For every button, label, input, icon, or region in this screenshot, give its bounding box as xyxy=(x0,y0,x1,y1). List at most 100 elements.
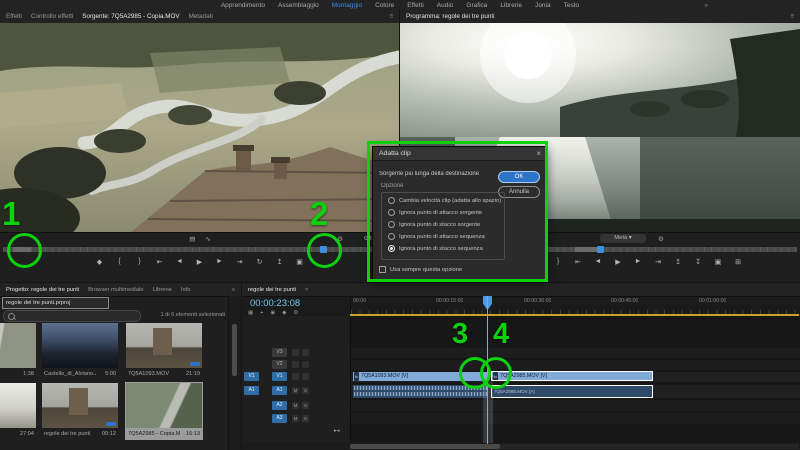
workspace-tab-testo[interactable]: Testo xyxy=(564,2,580,9)
track-button-v3[interactable]: V3 xyxy=(272,348,287,357)
clip-thumbnail[interactable] xyxy=(126,323,202,368)
panel-menu-icon[interactable]: ≡ xyxy=(389,13,393,20)
solo-toggle[interactable]: S xyxy=(302,402,309,409)
step-back-icon[interactable]: ◄ xyxy=(174,258,186,266)
panel-menu-icon[interactable]: ≡ xyxy=(790,13,794,20)
workspace-tab-librerie[interactable]: Librerie xyxy=(500,2,522,9)
workspace-tab-assemblaggio[interactable]: Assemblaggio xyxy=(278,2,319,9)
project-item[interactable]: 1:38 xyxy=(0,323,36,379)
project-item[interactable]: 27:04 xyxy=(0,383,36,439)
playback-resolution-dropdown[interactable]: Metà ▾ xyxy=(600,234,646,243)
project-scrollbar-thumb[interactable] xyxy=(232,324,237,376)
export-frame-icon[interactable]: ▣ xyxy=(712,258,724,266)
workspace-tab-montaggio[interactable]: Montaggio xyxy=(332,2,362,9)
track-lane-a3[interactable] xyxy=(351,413,800,424)
track-toggle[interactable] xyxy=(292,373,299,380)
solo-toggle[interactable]: S xyxy=(302,387,309,394)
extract-icon[interactable]: ↧ xyxy=(692,258,704,266)
mark-out-icon[interactable]: } xyxy=(134,258,146,266)
workspace-tab-jonia[interactable]: Jonia xyxy=(535,2,551,9)
timeline-clip-v1-b-selected[interactable]: fx7Q5A2985.MOV [V] xyxy=(491,371,653,381)
tab-metadati[interactable]: Metadati xyxy=(189,13,213,20)
source-patch-video[interactable]: V1 xyxy=(244,372,259,381)
track-lane-a2[interactable] xyxy=(351,400,800,411)
panel-menu-icon[interactable]: ≡ xyxy=(232,287,235,293)
play-icon[interactable]: ▶ xyxy=(612,258,624,266)
project-scrollbar-track[interactable] xyxy=(228,296,241,450)
track-toggle[interactable] xyxy=(292,349,299,356)
mute-toggle[interactable]: M xyxy=(292,402,299,409)
track-button-a2[interactable]: A2 xyxy=(272,401,287,410)
clip-thumbnail[interactable] xyxy=(126,383,202,428)
tab-programma[interactable]: Programma: regole dei tre punti xyxy=(406,13,495,20)
track-toggle[interactable] xyxy=(302,361,309,368)
clip-thumbnail[interactable] xyxy=(0,323,36,368)
step-forward-icon[interactable]: ► xyxy=(632,258,644,266)
track-lanes[interactable]: fx7Q5A1093.MOV [V] fx7Q5A2985.MOV [V] 7Q… xyxy=(350,316,800,443)
workspace-tab-apprendimento[interactable]: Apprendimento xyxy=(221,2,265,9)
tab-sorgente[interactable]: Sorgente: 7Q5A2985 - Copia.MOV xyxy=(82,13,179,20)
insert-icon[interactable]: ↥ xyxy=(274,258,286,266)
timeline-scrollbar-thumb[interactable] xyxy=(350,444,500,449)
workspace-overflow-icon[interactable]: » xyxy=(704,2,708,9)
tab-sequence[interactable]: regole dei tre punti xyxy=(248,287,296,293)
tab-browser-multimediale[interactable]: Browser multimediale xyxy=(88,287,143,293)
track-button-a1[interactable]: A1 xyxy=(272,386,287,395)
search-input[interactable] xyxy=(3,310,141,322)
go-to-in-icon[interactable]: ⇤ xyxy=(572,258,584,266)
mute-toggle[interactable]: M xyxy=(292,415,299,422)
clip-thumbnail[interactable] xyxy=(0,383,36,428)
add-marker-icon[interactable]: ◆ xyxy=(94,258,106,266)
clip-thumbnail[interactable] xyxy=(42,323,118,368)
go-to-in-icon[interactable]: ⇤ xyxy=(154,258,166,266)
loop-icon[interactable]: ↻ xyxy=(254,258,266,266)
workspace-tab-effetti[interactable]: Effetti xyxy=(407,2,424,9)
program-settings-icon[interactable]: ⚙ xyxy=(658,235,664,243)
play-icon[interactable]: ▶ xyxy=(194,258,206,266)
tab-progetto[interactable]: Progetto: regole dei tre punti xyxy=(6,287,79,293)
tab-effetti[interactable]: Effetti xyxy=(6,13,22,20)
mark-in-icon[interactable]: { xyxy=(114,258,126,266)
workspace-tab-colore[interactable]: Colore xyxy=(375,2,394,9)
track-lane-v2[interactable] xyxy=(351,360,800,370)
button-editor-icon[interactable]: ⊞ xyxy=(732,258,744,266)
mute-toggle[interactable]: M xyxy=(292,387,299,394)
track-lane-v3[interactable] xyxy=(351,348,800,358)
lift-icon[interactable]: ↥ xyxy=(672,258,684,266)
step-back-icon[interactable]: ◄ xyxy=(592,258,604,266)
project-item[interactable]: regole dei tre punti00:12 xyxy=(42,383,118,439)
go-to-out-icon[interactable]: ⇥ xyxy=(652,258,664,266)
close-icon[interactable]: × xyxy=(305,287,308,293)
tab-controllo-effetti[interactable]: Controllo effetti xyxy=(31,13,73,20)
tab-info[interactable]: Info xyxy=(181,287,191,293)
solo-toggle[interactable]: S xyxy=(302,415,309,422)
track-toggle[interactable] xyxy=(302,349,309,356)
mark-out-icon[interactable]: } xyxy=(552,258,564,266)
drag-audio-only-icon[interactable]: ∿ xyxy=(205,235,210,243)
go-to-out-icon[interactable]: ⇥ xyxy=(234,258,246,266)
track-button-v2[interactable]: V2 xyxy=(272,360,287,369)
track-button-a3[interactable]: A3 xyxy=(272,414,287,423)
sequence-thumbnail[interactable] xyxy=(42,383,118,428)
track-toggle[interactable] xyxy=(302,373,309,380)
drag-video-only-icon[interactable]: ▤ xyxy=(189,235,195,243)
snap-edges-icon[interactable]: ▸◂ xyxy=(334,428,340,434)
timeline-scrollbar-track[interactable] xyxy=(350,444,799,449)
project-item[interactable]: Castello_di_Alviano.JPG5:00 xyxy=(42,323,118,379)
tab-librerie[interactable]: Librerie xyxy=(153,287,172,293)
ruler-label: 00:00 xyxy=(353,298,366,304)
program-playhead[interactable] xyxy=(597,246,604,253)
timeline-ruler[interactable]: 00:00 00:00:15:00 00:00:30:00 00:00:45:0… xyxy=(350,296,800,314)
project-item[interactable]: 7Q5A1093.MOV21:19 xyxy=(126,323,202,379)
track-button-v1[interactable]: V1 xyxy=(272,372,287,381)
workspace-tab-grafica[interactable]: Grafica xyxy=(466,2,487,9)
timeline-clip-a1-b-selected[interactable]: 7Q5A2985.MOV [A] xyxy=(491,385,653,398)
step-forward-icon[interactable]: ► xyxy=(214,258,226,266)
sequence-timecode[interactable]: 00:00:23:08 xyxy=(250,298,300,309)
project-name-field[interactable]: regole dei tre punti.prproj xyxy=(2,297,109,309)
export-frame-icon[interactable]: ▣ xyxy=(294,258,306,266)
workspace-tab-audio[interactable]: Audio xyxy=(437,2,454,9)
project-item-selected[interactable]: 7Q5A2985 - Copia.MOV16:13 xyxy=(125,382,203,440)
source-patch-audio[interactable]: A1 xyxy=(244,386,259,395)
track-toggle[interactable] xyxy=(292,361,299,368)
